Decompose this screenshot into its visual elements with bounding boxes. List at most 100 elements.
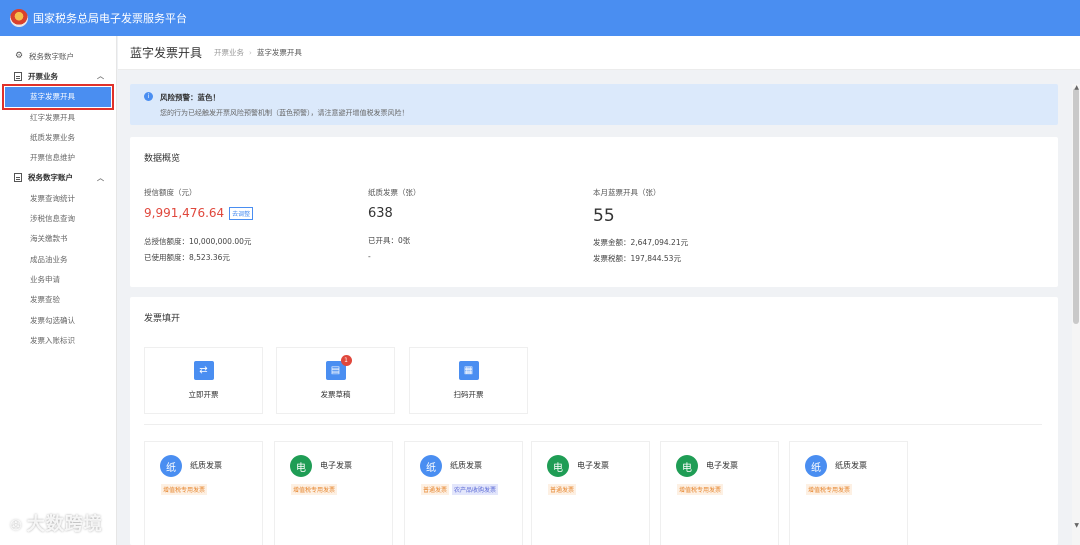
- paper-issued-line: 已开具：0张: [368, 233, 421, 249]
- sidebar-item-label: 海关缴款书: [30, 234, 68, 244]
- used-credit-value: 8,523.36元: [189, 253, 230, 262]
- tax-line: 发票税额：197,844.53元: [593, 251, 688, 267]
- sidebar-item-invoice-verify[interactable]: 发票查验: [0, 290, 116, 310]
- sidebar-item-label: 发票勾选确认: [30, 315, 75, 325]
- credit-label: 授信额度（元）: [144, 188, 197, 197]
- data-overview-card: 数据概览 授信额度（元） 9,991,476.64 去调整 总授信额度：10,0…: [130, 137, 1058, 287]
- invoice-type-card[interactable]: 电 电子发票 普通发票: [531, 441, 650, 545]
- draft-icon: ▤ 1: [325, 355, 352, 380]
- invoice-type-card[interactable]: 纸 纸质发票 增值税专用发票: [789, 441, 908, 545]
- sidebar-item-label: 纸质发票业务: [30, 132, 75, 142]
- paper-value: 638: [368, 206, 393, 221]
- sidebar-item-invoice-confirm[interactable]: 发票勾选确认: [0, 310, 116, 330]
- breadcrumb-current: 蓝字发票开具: [256, 48, 302, 57]
- sidebar-item-label: 成品油业务: [30, 254, 68, 264]
- invoice-type-card[interactable]: 纸 纸质发票 普通发票 农产品收购发票: [404, 441, 523, 545]
- qr-code-icon: ▦: [458, 361, 479, 380]
- paper-issued-value: 0张: [398, 236, 411, 245]
- top-header: 国家税务总局电子发票服务平台: [0, 0, 1080, 36]
- gear-icon: ⚙: [14, 51, 24, 62]
- watermark-text: 大数跨境: [26, 514, 103, 535]
- electronic-invoice-icon: 电: [676, 455, 698, 477]
- invoice-type-card[interactable]: 纸 纸质发票 增值税专用发票: [144, 441, 263, 545]
- sidebar-group-label: 开票业务: [28, 71, 58, 81]
- paper-invoice-icon: 纸: [805, 455, 827, 477]
- invoice-type-name: 电子发票: [706, 461, 738, 470]
- electronic-invoice-icon: 电: [547, 455, 569, 477]
- alert-title: 风险预警：蓝色！: [160, 93, 220, 102]
- sidebar-item-tax-info-query[interactable]: 涉税信息查询: [0, 208, 116, 228]
- invoice-tag: 普通发票: [548, 484, 577, 495]
- invoice-type-name: 纸质发票: [450, 461, 482, 470]
- invoice-draft-button[interactable]: ▤ 1 发票草稿: [276, 347, 395, 414]
- paper-invoice-icon: 纸: [160, 455, 182, 477]
- overview-title: 数据概览: [144, 154, 181, 164]
- invoice-tag: 农产品收购发票: [452, 484, 499, 495]
- month-column: 本月蓝票开具（张） 55 发票金额：2,647,094.21元 发票税额：197…: [593, 187, 688, 267]
- total-credit-label: 总授信额度：: [144, 237, 189, 246]
- quick-label: 扫码开票: [453, 390, 484, 399]
- sidebar-item-label: 税务数字账户: [29, 51, 74, 61]
- invoice-type-card[interactable]: 电 电子发票 增值税专用发票: [660, 441, 779, 545]
- divider: [144, 424, 1042, 425]
- sidebar-item-business-apply[interactable]: 业务申请: [0, 269, 116, 289]
- credit-value-row: 9,991,476.64 去调整: [144, 206, 254, 220]
- scan-issue-button[interactable]: ▦ 扫码开票: [409, 347, 528, 414]
- tax-label: 发票税额：: [593, 254, 631, 263]
- issue-now-button[interactable]: ⇄ 立即开票: [144, 347, 263, 414]
- sidebar-item-blue-invoice[interactable]: 蓝字发票开具: [2, 83, 114, 110]
- sidebar-item-label: 业务申请: [30, 274, 60, 284]
- breadcrumb-item[interactable]: 开票业务: [214, 47, 244, 58]
- paper-invoice-icon: 纸: [420, 455, 442, 477]
- sidebar-item-refined-oil[interactable]: 成品油业务: [0, 249, 116, 269]
- sidebar-item-label: 发票查询统计: [30, 193, 75, 203]
- sidebar-item-paper-invoice[interactable]: 纸质发票业务: [0, 127, 116, 147]
- used-credit-line: 已使用额度：8,523.36元: [144, 250, 253, 266]
- sidebar-group-invoicing[interactable]: 开票业务 ︿: [0, 66, 116, 86]
- sidebar-item-tax-digital-account[interactable]: ⚙ 税务数字账户: [0, 46, 116, 66]
- sidebar-item-invoice-booking[interactable]: 发票入账标识: [0, 330, 116, 350]
- fill-title: 发票填开: [144, 314, 181, 324]
- paper-column: 纸质发票（张） 638 已开具：0张 -: [368, 187, 421, 265]
- tax-value: 197,844.53元: [630, 254, 681, 263]
- sidebar: ⚙ 税务数字账户 开票业务 ︿ 蓝字发票开具 红字发票开具 纸质发票业务 开票信…: [0, 36, 117, 545]
- invoice-fill-card: 发票填开 ⇄ 立即开票 ▤ 1 发票草稿 ▦ 扫码开票 纸 纸质发票 增值税专用发…: [130, 297, 1058, 545]
- invoice-type-card[interactable]: 电 电子发票 增值税专用发票: [274, 441, 393, 545]
- sidebar-item-invoice-info[interactable]: 开票信息维护: [0, 147, 116, 167]
- electronic-invoice-icon: 电: [290, 455, 312, 477]
- main-content: 蓝字发票开具 开票业务 › 蓝字发票开具 i 风险预警：蓝色！ 您的行为已经触发…: [118, 36, 1080, 545]
- sidebar-item-customs-payment[interactable]: 海关缴款书: [0, 229, 116, 249]
- used-credit-label: 已使用额度：: [144, 253, 189, 262]
- sidebar-group-label: 税务数字账户: [28, 173, 73, 183]
- chevron-up-icon: ︿: [97, 72, 104, 81]
- invoice-tag: 增值税专用发票: [161, 484, 208, 495]
- sidebar-item-red-invoice[interactable]: 红字发票开具: [0, 107, 116, 127]
- sidebar-item-label: 开票信息维护: [30, 153, 75, 163]
- invoice-tag: 增值税专用发票: [806, 484, 853, 495]
- quick-label: 立即开票: [188, 390, 219, 399]
- chevron-right-icon: ›: [249, 48, 252, 57]
- month-value: 55: [593, 206, 615, 226]
- chevron-up-icon: ︿: [97, 173, 104, 182]
- month-label: 本月蓝票开具（张）: [593, 188, 661, 197]
- invoice-tag: 增值税专用发票: [677, 484, 724, 495]
- sidebar-item-invoice-query[interactable]: 发票查询统计: [0, 188, 116, 208]
- sidebar-item-label: 蓝字发票开具: [30, 92, 75, 102]
- sidebar-item-label: 发票查验: [30, 295, 60, 305]
- issue-now-icon: ⇄: [193, 361, 214, 380]
- sidebar-group-tax-account[interactable]: 税务数字账户 ︿: [0, 168, 116, 188]
- credit-value: 9,991,476.64: [144, 206, 225, 220]
- total-credit-value: 10,000,000.00元: [189, 237, 252, 246]
- scroll-up-icon[interactable]: ▲: [1074, 84, 1079, 91]
- scrollbar-thumb[interactable]: [1073, 88, 1079, 324]
- invoice-type-name: 电子发票: [577, 461, 609, 470]
- document-icon: [14, 173, 22, 183]
- risk-alert: i 风险预警：蓝色！ 您的行为已经触发开票风险预警机制（蓝色预警），请注意避开增…: [130, 84, 1058, 125]
- paper-issued-label: 已开具：: [368, 236, 398, 245]
- invoice-type-name: 纸质发票: [190, 461, 222, 470]
- paper-dash: -: [368, 252, 371, 261]
- tax-emblem-logo: [10, 9, 28, 27]
- scroll-down-icon[interactable]: ▼: [1074, 522, 1079, 529]
- sidebar-item-label: 涉税信息查询: [30, 214, 75, 224]
- adjust-credit-button[interactable]: 去调整: [229, 206, 254, 220]
